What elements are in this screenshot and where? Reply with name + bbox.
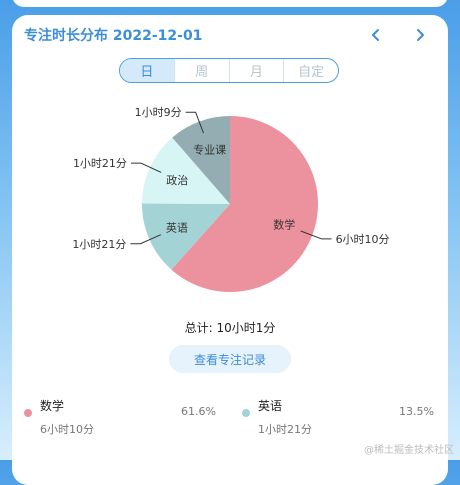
- legend-duration-math: 6小时10分: [40, 423, 94, 436]
- legend-dot-english: [242, 409, 250, 417]
- focus-pie-chart: 数学6小时10分英语1小时21分政治1小时21分专业课1小时9分: [72, 106, 390, 292]
- legend-name-math: 数学: [40, 399, 65, 413]
- legend-item-math: 数学 6小时10分 61.6%: [16, 397, 216, 443]
- legend-item-english: 英语 1小时21分 13.5%: [234, 397, 434, 443]
- slice-name-english: 英语: [166, 221, 188, 235]
- legend-dot-math: [24, 409, 32, 417]
- slice-name-major: 专业课: [193, 143, 226, 157]
- legend-name-english: 英语: [258, 399, 283, 413]
- slice-duration-math: 6小时10分: [336, 233, 390, 246]
- slice-duration-english: 1小时21分: [72, 238, 126, 251]
- slice-name-politics: 政治: [166, 173, 188, 187]
- slice-duration-politics: 1小时21分: [73, 157, 127, 170]
- focus-distribution-card: 专注时长分布 2022-12-01 日 周 月 自定 数学 6小时10分 英语 1小时…: [12, 15, 448, 485]
- slice-name-math: 数学: [273, 218, 295, 232]
- slice-duration-major: 1小时9分: [135, 106, 182, 119]
- total-duration: 总计: 10小时1分: [184, 321, 276, 335]
- legend-percent-english: 13.5%: [399, 405, 434, 418]
- legend-percent-math: 61.6%: [181, 405, 216, 418]
- legend-duration-english: 1小时21分: [258, 423, 312, 436]
- previous-card-bottom: [12, 0, 448, 7]
- watermark: @稀土掘金技术社区: [364, 445, 454, 456]
- view-focus-records-button[interactable]: 查看专注记录: [169, 345, 291, 373]
